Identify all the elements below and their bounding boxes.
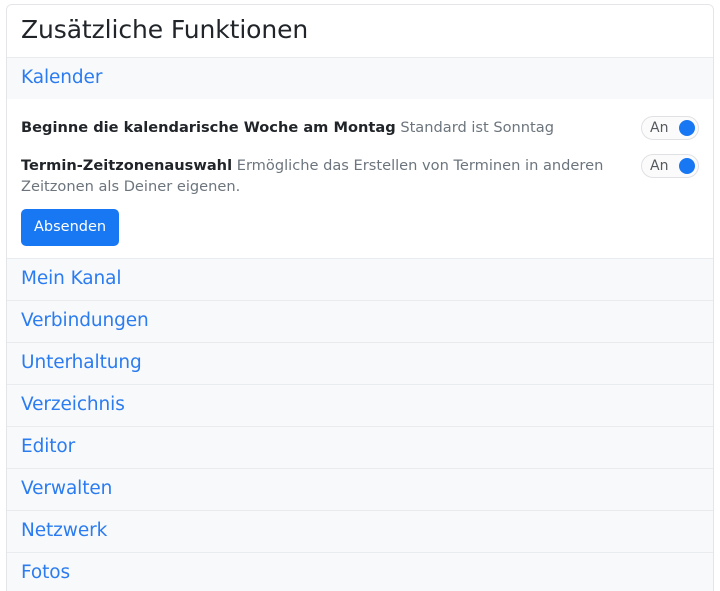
- setting-text-week-start: Beginne die kalendarische Woche am Monta…: [21, 115, 641, 138]
- section-link-mein-kanal[interactable]: Mein Kanal: [21, 268, 121, 290]
- setting-text-event-timezone: Termin-Zeitzonenauswahl Ermögliche das E…: [21, 153, 641, 197]
- settings-page: Zusätzliche Funktionen Kalender Beginne …: [0, 0, 720, 591]
- section-link-unterhaltung[interactable]: Unterhaltung: [21, 352, 142, 374]
- toggle-knob-icon: [679, 158, 695, 174]
- submit-area: Absenden: [21, 201, 699, 258]
- section-header-editor[interactable]: Editor: [7, 426, 713, 468]
- section-header-verbindungen[interactable]: Verbindungen: [7, 300, 713, 342]
- section-header-verzeichnis[interactable]: Verzeichnis: [7, 384, 713, 426]
- submit-button[interactable]: Absenden: [21, 209, 119, 246]
- toggle-knob-icon: [679, 120, 695, 136]
- setting-row-week-start: Beginne die kalendarische Woche am Monta…: [21, 109, 699, 147]
- setting-label-week-start: Beginne die kalendarische Woche am Monta…: [21, 119, 396, 136]
- section-header-kalender[interactable]: Kalender: [7, 57, 713, 99]
- section-header-netzwerk[interactable]: Netzwerk: [7, 510, 713, 552]
- section-link-netzwerk[interactable]: Netzwerk: [21, 520, 107, 542]
- section-header-unterhaltung[interactable]: Unterhaltung: [7, 342, 713, 384]
- setting-help-week-start: Standard ist Sonntag: [400, 119, 554, 136]
- toggle-state-label-event-timezone: An: [650, 155, 668, 177]
- toggle-week-start[interactable]: An: [641, 116, 699, 140]
- setting-row-event-timezone: Termin-Zeitzonenauswahl Ermögliche das E…: [21, 147, 699, 201]
- section-link-verzeichnis[interactable]: Verzeichnis: [21, 394, 125, 416]
- section-body-kalender: Beginne die kalendarische Woche am Monta…: [7, 99, 713, 258]
- section-link-verbindungen[interactable]: Verbindungen: [21, 310, 149, 332]
- toggle-state-label-week-start: An: [650, 117, 668, 139]
- setting-label-event-timezone: Termin-Zeitzonenauswahl: [21, 157, 232, 174]
- toggle-event-timezone[interactable]: An: [641, 154, 699, 178]
- section-header-mein-kanal[interactable]: Mein Kanal: [7, 258, 713, 300]
- collapsed-section-list: Mein Kanal Verbindungen Unterhaltung Verzei…: [7, 258, 713, 591]
- section-link-verwalten[interactable]: Verwalten: [21, 478, 112, 500]
- section-header-fotos[interactable]: Fotos: [7, 552, 713, 591]
- page-title: Zusätzliche Funktionen: [7, 5, 713, 57]
- section-link-fotos[interactable]: Fotos: [21, 562, 70, 584]
- section-link-kalender[interactable]: Kalender: [21, 67, 102, 89]
- section-link-editor[interactable]: Editor: [21, 436, 75, 458]
- section-header-verwalten[interactable]: Verwalten: [7, 468, 713, 510]
- additional-features-card: Zusätzliche Funktionen Kalender Beginne …: [6, 4, 714, 591]
